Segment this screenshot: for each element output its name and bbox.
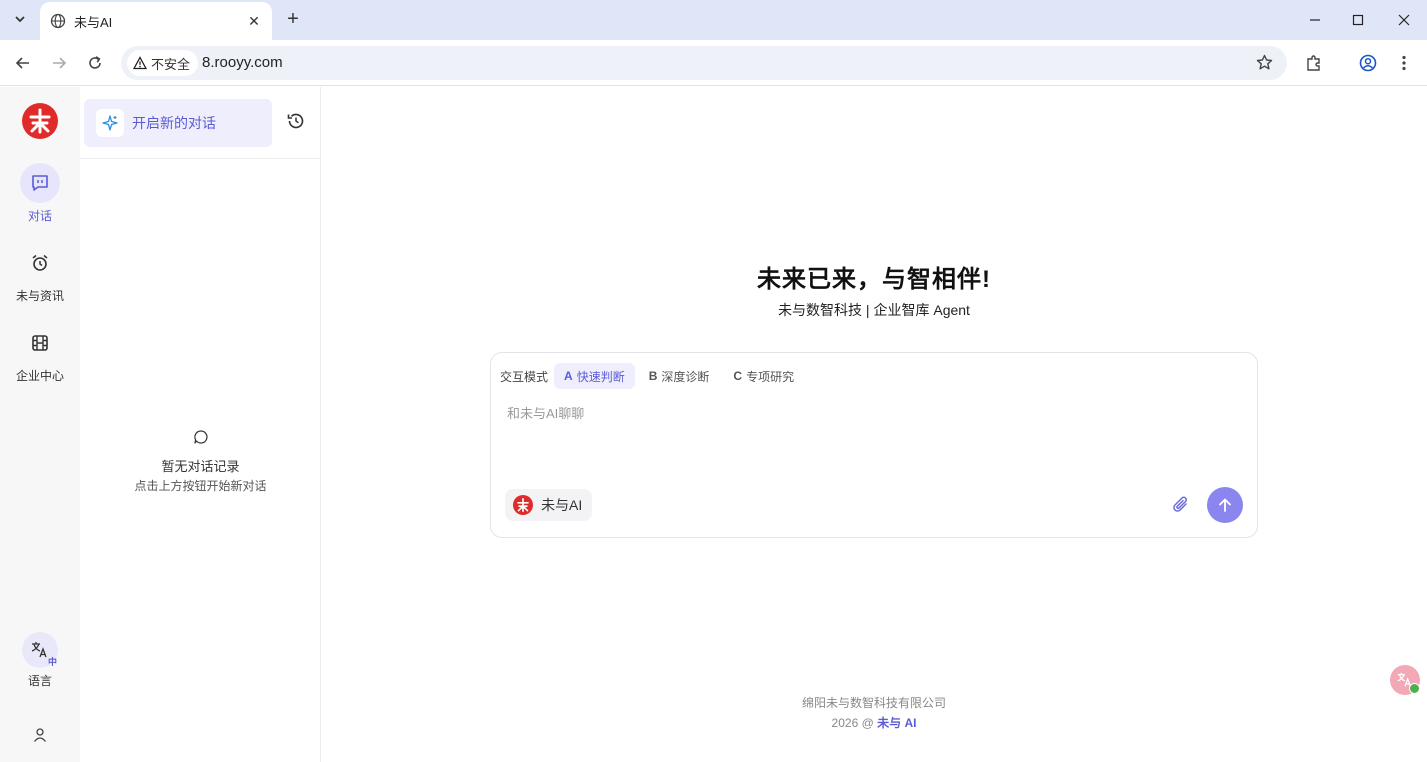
back-button[interactable] bbox=[10, 50, 36, 76]
user-icon bbox=[33, 728, 47, 742]
alarm-clock-icon bbox=[32, 254, 48, 271]
arrow-right-icon bbox=[53, 57, 67, 69]
mode-label: 交互模式 bbox=[500, 369, 549, 384]
agent-name: 未与AI bbox=[541, 497, 583, 513]
language-label: 语言 bbox=[27, 674, 52, 688]
minimize-button[interactable] bbox=[1292, 0, 1338, 40]
active-tab[interactable]: 未与AI ✕ bbox=[40, 2, 272, 40]
arrow-up-icon bbox=[1219, 498, 1231, 512]
new-tab-button[interactable]: + bbox=[282, 8, 304, 30]
rail-label-enterprise: 企业中心 bbox=[15, 369, 64, 383]
footer-copyright-prefix: 2026 @ bbox=[831, 716, 874, 730]
globe-icon bbox=[50, 13, 66, 29]
forward-button[interactable] bbox=[46, 50, 72, 76]
more-vertical-icon bbox=[1402, 55, 1406, 71]
brand-logo[interactable] bbox=[22, 103, 58, 139]
address-bar[interactable]: 不安全 8.rooyy.com bbox=[121, 46, 1287, 80]
rail-icon-wrap bbox=[20, 163, 60, 203]
chat-bubble-icon bbox=[32, 175, 48, 191]
new-chat-icon-wrap bbox=[96, 109, 124, 137]
empty-history-state: 暂无对话记录 点击上方按钮开始新对话 bbox=[80, 429, 321, 494]
history-panel-header: 开启新的对话 bbox=[80, 87, 320, 159]
history-button[interactable] bbox=[286, 111, 310, 135]
mode-key: A bbox=[564, 369, 573, 383]
message-input[interactable]: 和未与AI聊聊 bbox=[507, 403, 584, 422]
url-text[interactable]: 8.rooyy.com bbox=[202, 54, 283, 71]
account-circle-icon bbox=[1359, 54, 1377, 72]
extensions-button[interactable] bbox=[1301, 50, 1327, 76]
new-chat-label: 开启新的对话 bbox=[132, 115, 216, 131]
app-root: 对话 未与资讯 企业中心 中 语言 开启新的对话 暂无对话记录 点击上方按钮开始… bbox=[0, 87, 1427, 762]
chat-composer: 交互模式 A 快速判断 B 深度诊断 C 专项研究 和未与AI聊聊 未与AI bbox=[490, 352, 1258, 538]
mode-quick-judgment[interactable]: A 快速判断 bbox=[554, 363, 635, 389]
mode-selector: 交互模式 A 快速判断 B 深度诊断 C 专项研究 bbox=[500, 363, 808, 389]
tab-search-button[interactable] bbox=[8, 7, 32, 31]
attach-file-button[interactable] bbox=[1171, 495, 1191, 520]
arrow-left-icon bbox=[15, 57, 29, 69]
paperclip-icon bbox=[1173, 496, 1187, 512]
browser-menu-button[interactable] bbox=[1391, 50, 1417, 76]
rail-label-news: 未与资讯 bbox=[15, 289, 64, 303]
footer-brand-link[interactable]: 未与 AI bbox=[877, 716, 916, 730]
footer-copyright: 2026 @ 未与 AI bbox=[321, 714, 1427, 731]
close-icon bbox=[1398, 14, 1410, 26]
reload-icon bbox=[89, 56, 101, 69]
new-chat-button[interactable]: 开启新的对话 bbox=[84, 99, 272, 147]
maximize-button[interactable] bbox=[1335, 0, 1381, 40]
language-badge: 中 bbox=[47, 657, 57, 667]
history-icon bbox=[287, 113, 304, 129]
bookmark-button[interactable] bbox=[1256, 54, 1273, 76]
minimize-icon bbox=[1310, 19, 1320, 21]
mode-name: 专项研究 bbox=[746, 369, 795, 384]
message-circle-icon bbox=[193, 430, 208, 444]
status-dot bbox=[1409, 683, 1420, 694]
history-panel: 开启新的对话 暂无对话记录 点击上方按钮开始新对话 bbox=[80, 87, 321, 762]
empty-history-subtitle: 点击上方按钮开始新对话 bbox=[134, 479, 267, 493]
page-title: 未来已来，与智相伴! bbox=[757, 266, 991, 293]
user-account-button[interactable] bbox=[0, 715, 80, 755]
sparkles-icon bbox=[102, 115, 118, 131]
rail-item-enterprise[interactable]: 企业中心 bbox=[0, 323, 80, 384]
empty-history-title: 暂无对话记录 bbox=[161, 459, 240, 474]
profile-button[interactable] bbox=[1355, 50, 1381, 76]
mode-deep-diagnosis[interactable]: B 深度诊断 bbox=[639, 363, 720, 389]
agent-selector[interactable]: 未与AI bbox=[505, 489, 593, 521]
mode-key: B bbox=[648, 369, 658, 383]
close-window-button[interactable] bbox=[1381, 0, 1427, 40]
chevron-down-icon bbox=[15, 16, 25, 23]
mode-key: C bbox=[733, 369, 743, 383]
nav-rail: 对话 未与资讯 企业中心 中 语言 bbox=[0, 87, 80, 762]
page-subtitle: 未与数智科技 | 企业智库 Agent bbox=[778, 302, 970, 318]
rail-icon-wrap bbox=[20, 715, 60, 755]
mode-name: 快速判断 bbox=[576, 369, 625, 384]
rail-label-chat: 对话 bbox=[27, 209, 52, 223]
send-button[interactable] bbox=[1207, 487, 1243, 523]
agent-logo-icon bbox=[513, 495, 533, 515]
language-switcher[interactable]: 中 语言 bbox=[0, 632, 80, 689]
rail-icon-wrap bbox=[20, 323, 60, 363]
mode-name: 深度诊断 bbox=[661, 369, 710, 384]
close-tab-icon[interactable]: ✕ bbox=[246, 13, 262, 30]
security-indicator[interactable]: 不安全 bbox=[127, 50, 199, 76]
rail-icon-wrap bbox=[20, 243, 60, 283]
language-icon: 中 bbox=[22, 632, 58, 668]
star-icon bbox=[1256, 54, 1273, 70]
browser-tab-bar: 未与AI ✕ + bbox=[0, 0, 1427, 40]
maximize-icon bbox=[1352, 14, 1364, 26]
film-icon bbox=[32, 335, 48, 351]
warning-icon bbox=[133, 56, 147, 70]
mode-special-research[interactable]: C 专项研究 bbox=[723, 363, 804, 389]
rail-item-news[interactable]: 未与资讯 bbox=[0, 243, 80, 304]
reload-button[interactable] bbox=[82, 50, 108, 76]
footer-company: 绵阳未与数智科技有限公司 bbox=[801, 696, 946, 710]
browser-toolbar: 不安全 8.rooyy.com bbox=[0, 40, 1427, 86]
tab-title: 未与AI bbox=[74, 14, 113, 30]
rail-item-chat[interactable]: 对话 bbox=[0, 163, 80, 224]
main-content: 未来已来，与智相伴! 未与数智科技 | 企业智库 Agent 交互模式 A 快速… bbox=[321, 87, 1427, 762]
security-label: 不安全 bbox=[151, 56, 191, 72]
puzzle-icon bbox=[1307, 55, 1320, 71]
